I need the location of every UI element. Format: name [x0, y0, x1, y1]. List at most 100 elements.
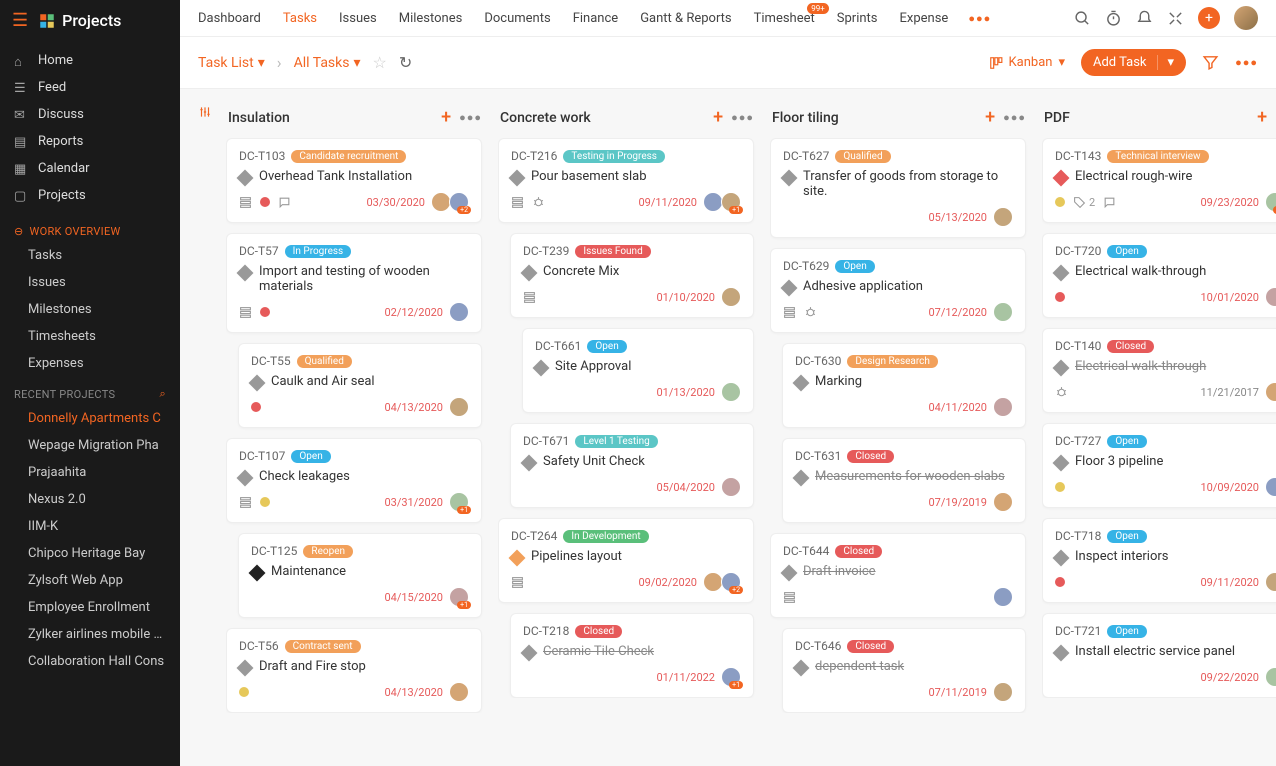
assignee-avatar[interactable]: [703, 572, 723, 592]
assignee-avatar[interactable]: [1265, 382, 1276, 402]
assignee-avatar[interactable]: [449, 682, 469, 702]
nav-feed[interactable]: ☰Feed: [0, 74, 180, 101]
tab-finance[interactable]: Finance: [573, 11, 618, 26]
nav-discuss[interactable]: ✉Discuss: [0, 101, 180, 128]
recent-project-item[interactable]: IIM-K: [0, 513, 180, 540]
logo[interactable]: Projects: [38, 11, 121, 30]
task-list-dropdown[interactable]: Task List ▾: [198, 55, 265, 71]
task-card[interactable]: DC-T721Open Install electric service pan…: [1042, 613, 1276, 698]
overview-issues[interactable]: Issues: [0, 269, 180, 296]
task-card[interactable]: DC-T727Open Floor 3 pipeline 10/09/2020: [1042, 423, 1276, 508]
task-card[interactable]: DC-T631Closed Measurements for wooden sl…: [782, 438, 1026, 523]
task-card[interactable]: DC-T718Open Inspect interiors 09/11/2020: [1042, 518, 1276, 603]
nav-home[interactable]: ⌂Home: [0, 47, 180, 74]
assignee-avatar[interactable]: [703, 192, 723, 212]
column-more-icon[interactable]: ●●●: [1003, 111, 1026, 124]
overview-expenses[interactable]: Expenses: [0, 350, 180, 377]
tab-timesheet[interactable]: Timesheet99+: [754, 11, 815, 26]
nav-calendar[interactable]: ▦Calendar: [0, 155, 180, 182]
tab-dashboard[interactable]: Dashboard: [198, 11, 261, 26]
assignee-avatar[interactable]: [721, 572, 741, 592]
assignee-avatar[interactable]: [721, 287, 741, 307]
filter-icon[interactable]: [1202, 54, 1219, 71]
assignee-avatar[interactable]: [449, 397, 469, 417]
task-card[interactable]: DC-T107Open Check leakages 03/31/2020: [226, 438, 482, 523]
assignee-avatar[interactable]: [449, 587, 469, 607]
board-settings-icon[interactable]: [198, 103, 212, 752]
user-avatar[interactable]: [1234, 6, 1258, 30]
task-card[interactable]: DC-T55Qualified Caulk and Air seal 04/13…: [238, 343, 482, 428]
all-tasks-dropdown[interactable]: All Tasks ▾: [294, 55, 361, 71]
work-overview-header[interactable]: ⊖ WORK OVERVIEW: [0, 215, 180, 242]
refresh-icon[interactable]: ↻: [399, 53, 412, 72]
add-card-button[interactable]: +: [713, 107, 723, 128]
assignee-avatar[interactable]: [449, 492, 469, 512]
star-icon[interactable]: ☆: [373, 53, 387, 72]
recent-project-item[interactable]: Employee Enrollment: [0, 594, 180, 621]
assignee-avatar[interactable]: [431, 192, 451, 212]
assignee-avatar[interactable]: [1265, 667, 1276, 687]
recent-project-item[interactable]: Prajaahita: [0, 459, 180, 486]
assignee-avatar[interactable]: [449, 302, 469, 322]
overview-timesheets[interactable]: Timesheets: [0, 323, 180, 350]
task-card[interactable]: DC-T661Open Site Approval 01/13/2020: [522, 328, 754, 413]
add-task-dropdown[interactable]: ▾: [1157, 55, 1175, 70]
task-card[interactable]: DC-T56Contract sent Draft and Fire stop …: [226, 628, 482, 713]
add-card-button[interactable]: +: [1257, 107, 1267, 128]
more-actions-icon[interactable]: ●●●: [1235, 56, 1258, 69]
tab-documents[interactable]: Documents: [484, 11, 550, 26]
overview-milestones[interactable]: Milestones: [0, 296, 180, 323]
recent-project-item[interactable]: Wepage Migration Pha: [0, 432, 180, 459]
recent-project-item[interactable]: Collaboration Hall Cons: [0, 648, 180, 675]
task-card[interactable]: DC-T630Design Research Marking 04/11/202…: [782, 343, 1026, 428]
assignee-avatar[interactable]: [993, 302, 1013, 322]
task-card[interactable]: DC-T103Candidate recruitment Overhead Ta…: [226, 138, 482, 223]
tools-icon[interactable]: [1167, 10, 1184, 27]
tab-milestones[interactable]: Milestones: [399, 11, 463, 26]
assignee-avatar[interactable]: [993, 682, 1013, 702]
task-card[interactable]: DC-T143Technical interview Electrical ro…: [1042, 138, 1276, 223]
recent-project-item[interactable]: Zylsoft Web App: [0, 567, 180, 594]
task-card[interactable]: DC-T644Closed Draft invoice: [770, 533, 1026, 618]
assignee-avatar[interactable]: [1265, 287, 1276, 307]
assignee-avatar[interactable]: [721, 192, 741, 212]
assignee-avatar[interactable]: [993, 207, 1013, 227]
tab-sprints[interactable]: Sprints: [837, 11, 878, 26]
column-more-icon[interactable]: ●●●: [731, 111, 754, 124]
overview-tasks[interactable]: Tasks: [0, 242, 180, 269]
task-card[interactable]: DC-T57In Progress Import and testing of …: [226, 233, 482, 333]
view-switcher[interactable]: Kanban ▾: [989, 55, 1066, 70]
assignee-avatar[interactable]: [721, 477, 741, 497]
column-more-icon[interactable]: ●●●: [459, 111, 482, 124]
assignee-avatar[interactable]: [993, 587, 1013, 607]
assignee-avatar[interactable]: [1265, 477, 1276, 497]
nav-projects[interactable]: ▢Projects: [0, 182, 180, 209]
task-card[interactable]: DC-T671Level 1 Testing Safety Unit Check…: [510, 423, 754, 508]
task-card[interactable]: DC-T720Open Electrical walk-through 10/0…: [1042, 233, 1276, 318]
tab-gantt & reports[interactable]: Gantt & Reports: [640, 11, 731, 26]
task-card[interactable]: DC-T140Closed Electrical walk-through 11…: [1042, 328, 1276, 413]
assignee-avatar[interactable]: [1265, 192, 1276, 212]
assignee-avatar[interactable]: [721, 667, 741, 687]
recent-project-item[interactable]: Chipco Heritage Bay: [0, 540, 180, 567]
tab-expense[interactable]: Expense: [900, 11, 949, 26]
more-tabs-icon[interactable]: ●●●: [968, 12, 991, 25]
search-icon[interactable]: [1074, 10, 1091, 27]
task-card[interactable]: DC-T646Closed dependent task 07/11/2019: [782, 628, 1026, 713]
recent-project-item[interactable]: Nexus 2.0: [0, 486, 180, 513]
nav-reports[interactable]: ▤Reports: [0, 128, 180, 155]
global-add-button[interactable]: +: [1198, 7, 1220, 29]
task-card[interactable]: DC-T627Qualified Transfer of goods from …: [770, 138, 1026, 238]
hamburger-icon[interactable]: ☰: [12, 10, 28, 31]
bell-icon[interactable]: [1136, 10, 1153, 27]
assignee-avatar[interactable]: [1265, 572, 1276, 592]
timer-icon[interactable]: [1105, 10, 1122, 27]
task-card[interactable]: DC-T239Issues Found Concrete Mix 01/10/2…: [510, 233, 754, 318]
add-task-button[interactable]: Add Task▾: [1081, 49, 1186, 76]
task-card[interactable]: DC-T125Reopen Maintenance 04/15/2020: [238, 533, 482, 618]
assignee-avatar[interactable]: [449, 192, 469, 212]
search-projects-icon[interactable]: ⌕: [160, 387, 166, 401]
add-card-button[interactable]: +: [441, 107, 451, 128]
tab-tasks[interactable]: Tasks: [283, 11, 317, 26]
task-card[interactable]: DC-T218Closed Ceramic Tile Check 01/11/2…: [510, 613, 754, 698]
